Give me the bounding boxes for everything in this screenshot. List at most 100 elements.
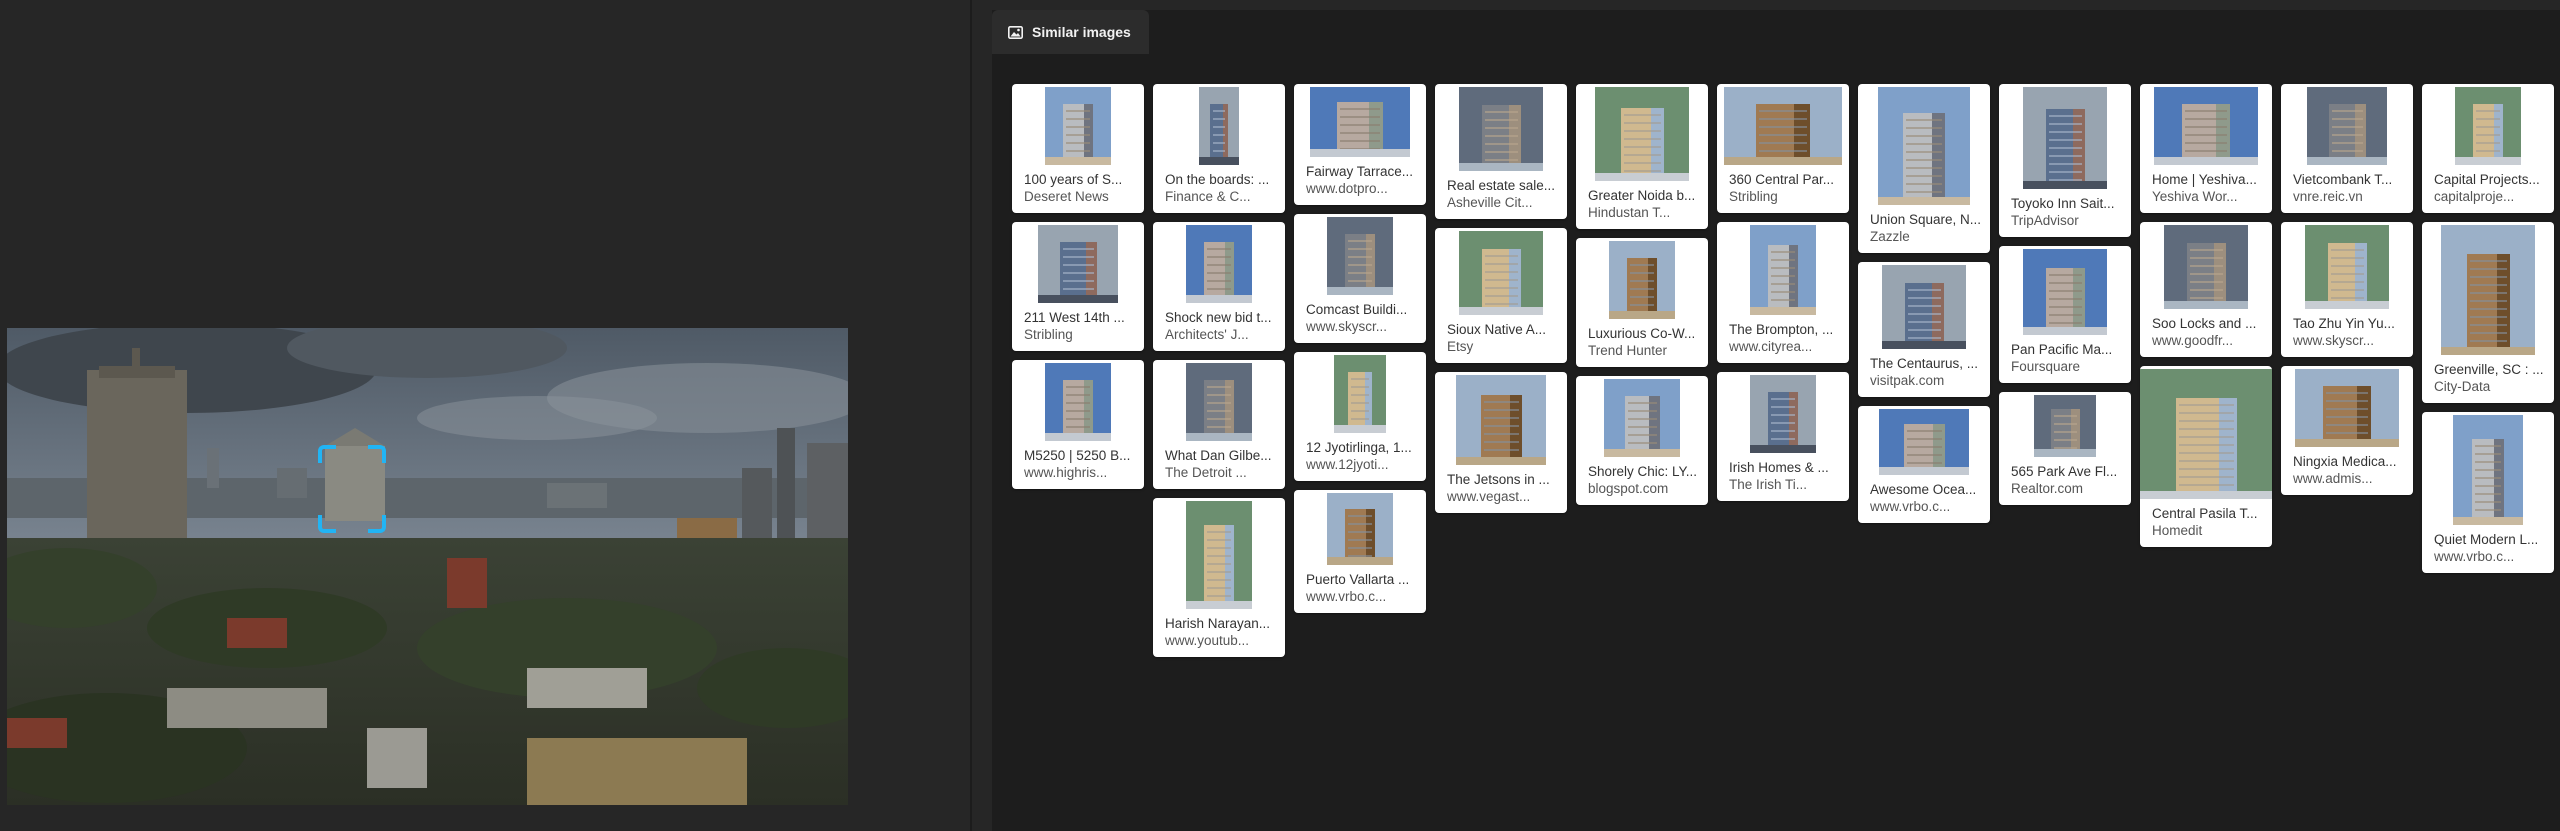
result-title[interactable]: Sioux Native A...	[1447, 321, 1559, 338]
result-card[interactable]: Awesome Ocea... www.vrbo.c...	[1858, 406, 1990, 523]
result-source[interactable]: Stribling	[1729, 188, 1841, 205]
result-title[interactable]: Real estate sale...	[1447, 177, 1559, 194]
result-title[interactable]: The Brompton, ...	[1729, 321, 1841, 338]
result-card[interactable]: The Brompton, ... www.cityrea...	[1717, 222, 1849, 363]
result-card[interactable]: Union Square, N... Zazzle	[1858, 84, 1990, 253]
result-source[interactable]: www.highris...	[1024, 464, 1136, 481]
pane-divider[interactable]	[970, 0, 972, 831]
result-card[interactable]: 565 Park Ave Fl... Realtor.com	[1999, 392, 2131, 505]
result-title[interactable]: Shock new bid t...	[1165, 309, 1277, 326]
tab-similar-images[interactable]: Similar images	[992, 10, 1149, 54]
result-title[interactable]: Soo Locks and ...	[2152, 315, 2264, 332]
result-title[interactable]: Quiet Modern L...	[2434, 531, 2546, 548]
result-card[interactable]: Tao Zhu Yin Yu... www.skyscr...	[2281, 222, 2413, 357]
result-source[interactable]: Zazzle	[1870, 228, 1982, 245]
result-source[interactable]: Homedit	[2152, 522, 2264, 539]
result-title[interactable]: Home | Yeshiva...	[2152, 171, 2264, 188]
result-card[interactable]: Pan Pacific Ma... Foursquare	[1999, 246, 2131, 383]
result-card[interactable]: Shock new bid t... Architects' J...	[1153, 222, 1285, 351]
result-source[interactable]: www.admis...	[2293, 470, 2405, 487]
result-source[interactable]: Yeshiva Wor...	[2152, 188, 2264, 205]
crop-handle-top-left[interactable]	[318, 445, 336, 463]
result-title[interactable]: Toyoko Inn Sait...	[2011, 195, 2123, 212]
result-title[interactable]: Luxurious Co-W...	[1588, 325, 1700, 342]
result-title[interactable]: 12 Jyotirlinga, 1...	[1306, 439, 1418, 456]
result-card[interactable]: 360 Central Par... Stribling	[1717, 84, 1849, 213]
result-card[interactable]: Fairway Tarrace... www.dotpro...	[1294, 84, 1426, 205]
result-card[interactable]: 211 West 14th ... Stribling	[1012, 222, 1144, 351]
result-source[interactable]: City-Data	[2434, 378, 2546, 395]
result-source[interactable]: www.cityrea...	[1729, 338, 1841, 355]
result-card[interactable]: Vietcombank T... vnre.reic.vn	[2281, 84, 2413, 213]
result-card[interactable]: Harish Narayan... www.youtub...	[1153, 498, 1285, 657]
result-source[interactable]: Trend Hunter	[1588, 342, 1700, 359]
result-title[interactable]: Ningxia Medica...	[2293, 453, 2405, 470]
result-card[interactable]: Toyoko Inn Sait... TripAdvisor	[1999, 84, 2131, 237]
result-source[interactable]: capitalproje...	[2434, 188, 2546, 205]
result-title[interactable]: On the boards: ...	[1165, 171, 1277, 188]
result-card[interactable]: On the boards: ... Finance & C...	[1153, 84, 1285, 213]
result-source[interactable]: blogspot.com	[1588, 480, 1700, 497]
result-card[interactable]: Capital Projects... capitalproje...	[2422, 84, 2554, 213]
result-title[interactable]: Union Square, N...	[1870, 211, 1982, 228]
result-title[interactable]: What Dan Gilbe...	[1165, 447, 1277, 464]
result-title[interactable]: 100 years of S...	[1024, 171, 1136, 188]
result-source[interactable]: TripAdvisor	[2011, 212, 2123, 229]
result-title[interactable]: Awesome Ocea...	[1870, 481, 1982, 498]
result-source[interactable]: Asheville Cit...	[1447, 194, 1559, 211]
result-title[interactable]: Harish Narayan...	[1165, 615, 1277, 632]
result-card[interactable]: Comcast Buildi... www.skyscr...	[1294, 214, 1426, 343]
result-source[interactable]: Etsy	[1447, 338, 1559, 355]
result-card[interactable]: 12 Jyotirlinga, 1... www.12jyoti...	[1294, 352, 1426, 481]
result-card[interactable]: Luxurious Co-W... Trend Hunter	[1576, 238, 1708, 367]
result-source[interactable]: Finance & C...	[1165, 188, 1277, 205]
result-title[interactable]: 211 West 14th ...	[1024, 309, 1136, 326]
result-card[interactable]: M5250 | 5250 B... www.highris...	[1012, 360, 1144, 489]
result-title[interactable]: Vietcombank T...	[2293, 171, 2405, 188]
result-title[interactable]: Comcast Buildi...	[1306, 301, 1418, 318]
result-source[interactable]: Deseret News	[1024, 188, 1136, 205]
result-source[interactable]: www.skyscr...	[1306, 318, 1418, 335]
result-title[interactable]: Irish Homes & ...	[1729, 459, 1841, 476]
result-title[interactable]: 360 Central Par...	[1729, 171, 1841, 188]
result-title[interactable]: Tao Zhu Yin Yu...	[2293, 315, 2405, 332]
result-source[interactable]: www.skyscr...	[2293, 332, 2405, 349]
source-photo[interactable]	[7, 328, 848, 805]
result-title[interactable]: 565 Park Ave Fl...	[2011, 463, 2123, 480]
result-title[interactable]: Pan Pacific Ma...	[2011, 341, 2123, 358]
result-card[interactable]: The Jetsons in ... www.vegast...	[1435, 372, 1567, 513]
crop-handle-bottom-right[interactable]	[368, 515, 386, 533]
result-title[interactable]: Shorely Chic: LY...	[1588, 463, 1700, 480]
result-title[interactable]: Greenville, SC : ...	[2434, 361, 2546, 378]
result-card[interactable]: Central Pasila T... Homedit	[2140, 366, 2272, 547]
result-source[interactable]: www.vrbo.c...	[2434, 548, 2546, 565]
result-source[interactable]: Architects' J...	[1165, 326, 1277, 343]
result-title[interactable]: The Jetsons in ...	[1447, 471, 1559, 488]
result-source[interactable]: Realtor.com	[2011, 480, 2123, 497]
result-source[interactable]: The Detroit ...	[1165, 464, 1277, 481]
result-source[interactable]: Foursquare	[2011, 358, 2123, 375]
result-source[interactable]: www.dotpro...	[1306, 180, 1418, 197]
result-source[interactable]: visitpak.com	[1870, 372, 1982, 389]
result-source[interactable]: Stribling	[1024, 326, 1136, 343]
result-title[interactable]: Greater Noida b...	[1588, 187, 1700, 204]
result-card[interactable]: Ningxia Medica... www.admis...	[2281, 366, 2413, 495]
result-title[interactable]: Capital Projects...	[2434, 171, 2546, 188]
result-card[interactable]: 100 years of S... Deseret News	[1012, 84, 1144, 213]
result-card[interactable]: Greater Noida b... Hindustan T...	[1576, 84, 1708, 229]
result-source[interactable]: www.vrbo.c...	[1306, 588, 1418, 605]
result-source[interactable]: The Irish Ti...	[1729, 476, 1841, 493]
result-title[interactable]: Central Pasila T...	[2152, 505, 2264, 522]
crop-handle-top-right[interactable]	[368, 445, 386, 463]
crop-selection-box[interactable]	[318, 445, 386, 533]
result-title[interactable]: Fairway Tarrace...	[1306, 163, 1418, 180]
result-card[interactable]: Soo Locks and ... www.goodfr...	[2140, 222, 2272, 357]
result-card[interactable]: Shorely Chic: LY... blogspot.com	[1576, 376, 1708, 505]
result-source[interactable]: www.youtub...	[1165, 632, 1277, 649]
result-card[interactable]: Sioux Native A... Etsy	[1435, 228, 1567, 363]
result-source[interactable]: www.goodfr...	[2152, 332, 2264, 349]
crop-handle-bottom-left[interactable]	[318, 515, 336, 533]
result-card[interactable]: Irish Homes & ... The Irish Ti...	[1717, 372, 1849, 501]
result-card[interactable]: The Centaurus, ... visitpak.com	[1858, 262, 1990, 397]
result-card[interactable]: What Dan Gilbe... The Detroit ...	[1153, 360, 1285, 489]
